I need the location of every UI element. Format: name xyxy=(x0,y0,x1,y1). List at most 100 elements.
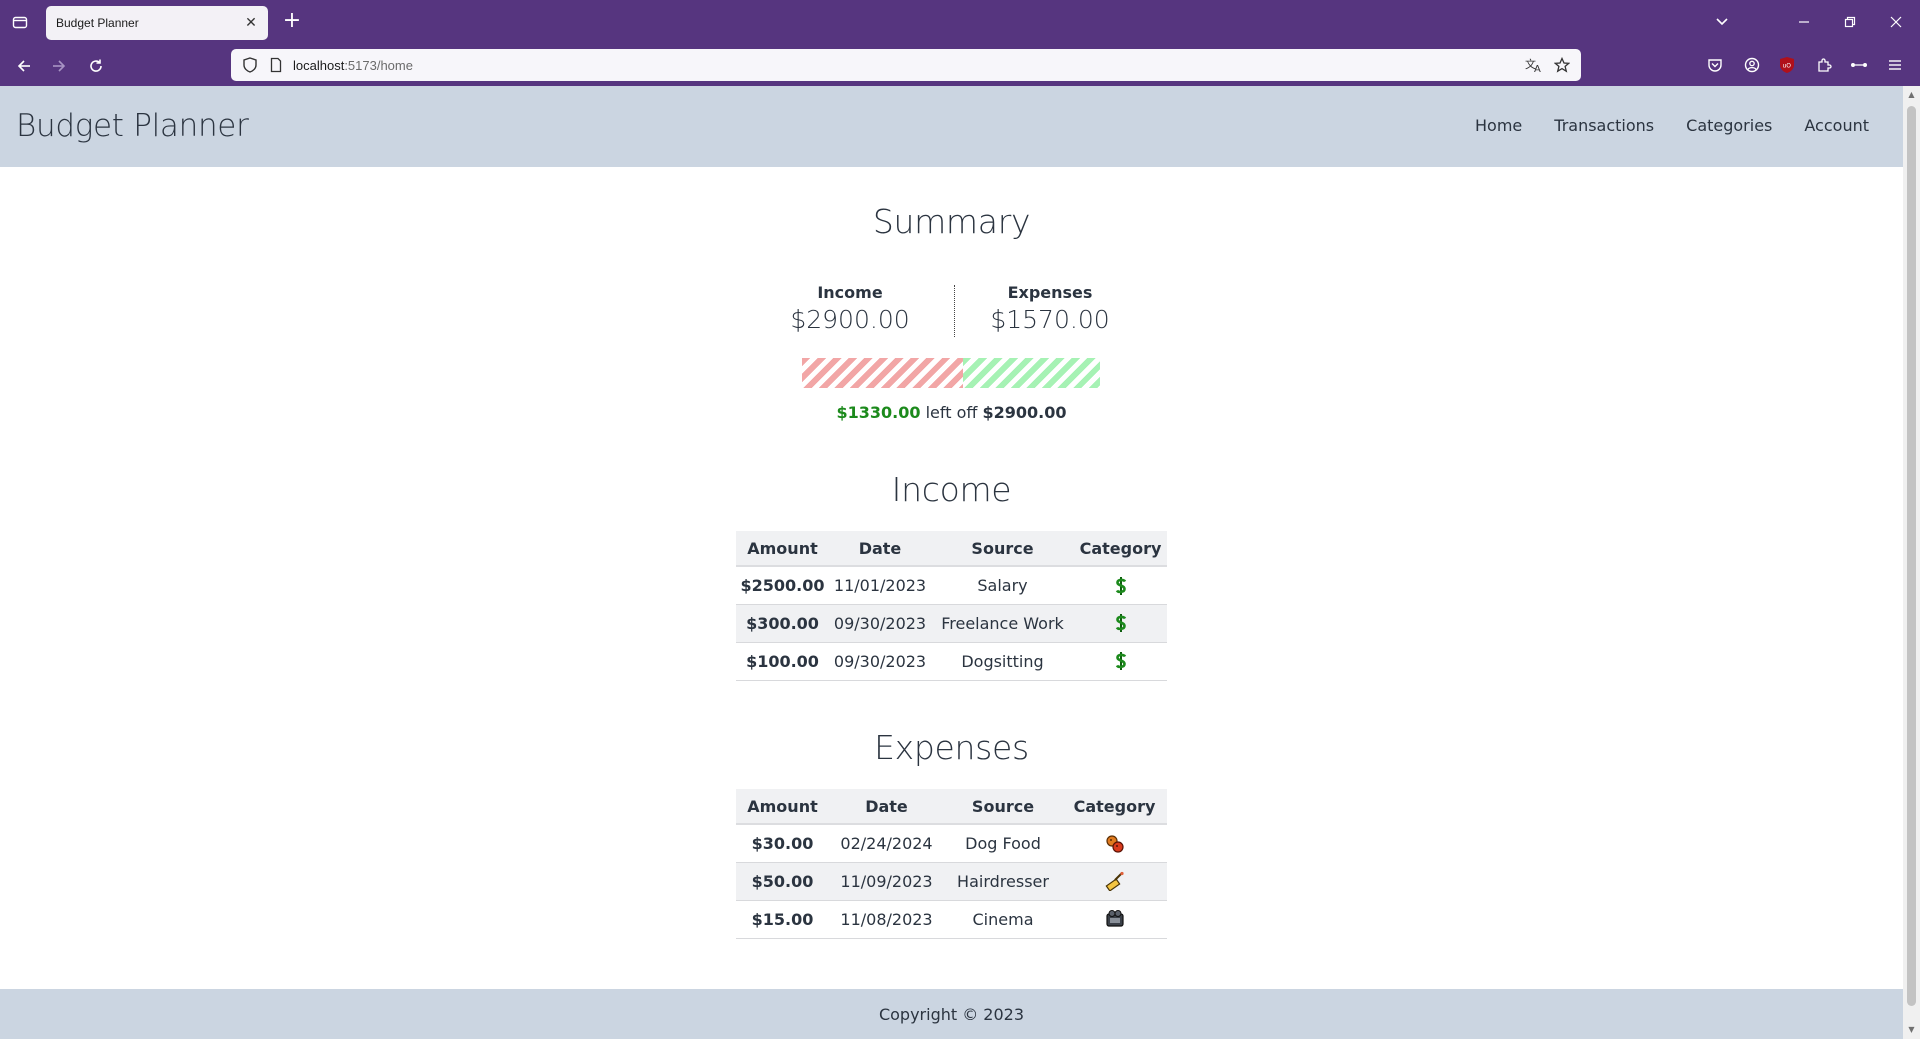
url-text[interactable]: localhost:5173/home xyxy=(293,58,413,73)
table-row[interactable]: $30.00 02/24/2024 Dog Food xyxy=(736,824,1167,863)
row-amount: $30.00 xyxy=(736,824,829,863)
row-date: 11/08/2023 xyxy=(829,900,944,939)
column-header-category[interactable]: Category xyxy=(1074,531,1167,567)
expenses-total-label: Expenses xyxy=(1007,283,1093,302)
table-row[interactable]: $2500.00 11/01/2023 Salary xyxy=(736,566,1167,605)
income-total-label: Income xyxy=(817,283,883,302)
row-amount: $100.00 xyxy=(736,642,829,681)
table-row[interactable]: $15.00 11/08/2023 Cinema xyxy=(736,900,1167,939)
url-bar[interactable]: localhost:5173/home 文A xyxy=(231,49,1581,81)
copyright-text: Copyright © 2023 xyxy=(878,1005,1025,1024)
expenses-total: Expenses $1570.00 xyxy=(955,283,1145,334)
app-header: Budget Planner Home Transactions Categor… xyxy=(0,86,1903,167)
table-row[interactable]: $100.00 09/30/2023 Dogsitting xyxy=(736,642,1167,681)
summary-totals: Income $2900.00 Expenses $1570.00 xyxy=(755,283,1145,338)
row-date: 09/30/2023 xyxy=(829,604,931,643)
beauty-icon xyxy=(1105,871,1125,892)
back-icon[interactable] xyxy=(11,53,37,79)
budget-progress-bar xyxy=(802,358,1100,388)
column-header-date[interactable]: Date xyxy=(829,789,944,825)
forward-icon[interactable] xyxy=(46,53,72,79)
row-source: Dogsitting xyxy=(931,642,1074,681)
progress-spent xyxy=(802,358,964,388)
browser-tab[interactable]: Budget Planner ✕ xyxy=(46,6,268,40)
container-icon[interactable] xyxy=(1847,53,1871,77)
translate-icon[interactable]: 文A xyxy=(1525,56,1543,74)
tab-title: Budget Planner xyxy=(56,16,139,30)
nav-transactions[interactable]: Transactions xyxy=(1554,116,1654,135)
close-window-icon[interactable] xyxy=(1884,10,1908,34)
browser-nav-bar: localhost:5173/home 文A uO xyxy=(0,44,1920,86)
footer: Copyright © 2023 xyxy=(0,989,1903,1039)
browser-tab-bar: Budget Planner ✕ + xyxy=(0,0,1920,44)
income-table: Amount Date Source Category $2500.00 11/… xyxy=(736,531,1167,681)
column-header-amount[interactable]: Amount xyxy=(736,789,829,825)
row-source: Dog Food xyxy=(944,824,1062,863)
row-source: Cinema xyxy=(944,900,1062,939)
column-header-source[interactable]: Source xyxy=(944,789,1062,825)
row-category xyxy=(1074,566,1167,605)
income-title: Income xyxy=(891,470,1012,509)
progress-remaining xyxy=(963,358,1100,388)
list-all-tabs-icon[interactable] xyxy=(1710,10,1734,34)
income-total: Income $2900.00 xyxy=(755,283,945,334)
income-table-header: Amount Date Source Category xyxy=(736,531,1167,567)
main-nav: Home Transactions Categories Account xyxy=(1475,116,1869,135)
remaining-amount: $1330.00 xyxy=(836,403,921,422)
column-header-category[interactable]: Category xyxy=(1062,789,1167,825)
remaining-total: $2900.00 xyxy=(982,403,1067,422)
income-total-value: $2900.00 xyxy=(790,305,910,334)
column-header-source[interactable]: Source xyxy=(931,531,1074,567)
account-icon[interactable] xyxy=(1740,53,1764,77)
dollar-icon xyxy=(1111,651,1131,671)
pocket-icon[interactable] xyxy=(1703,53,1727,77)
tab-list-icon[interactable] xyxy=(8,10,32,34)
restore-icon[interactable] xyxy=(1838,10,1862,34)
page-info-icon[interactable] xyxy=(267,56,285,74)
summary-title: Summary xyxy=(872,202,1031,241)
bookmark-star-icon[interactable] xyxy=(1553,56,1571,74)
scroll-up-arrow-icon[interactable]: ▲ xyxy=(1906,90,1917,100)
close-tab-icon[interactable]: ✕ xyxy=(242,14,260,32)
svg-text:uO: uO xyxy=(1783,63,1792,70)
row-category xyxy=(1074,604,1167,643)
scroll-down-arrow-icon[interactable]: ▼ xyxy=(1906,1025,1917,1035)
row-source: Salary xyxy=(931,566,1074,605)
expenses-title: Expenses xyxy=(874,728,1029,767)
nav-home[interactable]: Home xyxy=(1475,116,1522,135)
row-category xyxy=(1062,900,1167,939)
row-category xyxy=(1062,862,1167,901)
svg-text:A: A xyxy=(1534,64,1541,73)
table-row[interactable]: $50.00 11/09/2023 Hairdresser xyxy=(736,862,1167,901)
table-row[interactable]: $300.00 09/30/2023 Freelance Work xyxy=(736,604,1167,643)
column-header-amount[interactable]: Amount xyxy=(736,531,829,567)
nav-account[interactable]: Account xyxy=(1804,116,1869,135)
column-header-date[interactable]: Date xyxy=(829,531,931,567)
scroll-thumb[interactable] xyxy=(1907,106,1916,1006)
new-tab-icon[interactable]: + xyxy=(280,10,304,34)
menu-hamburger-icon[interactable] xyxy=(1883,53,1907,77)
row-amount: $50.00 xyxy=(736,862,829,901)
food-icon xyxy=(1105,834,1125,854)
dollar-icon xyxy=(1111,576,1131,596)
expenses-table: Amount Date Source Category $30.00 02/24… xyxy=(736,789,1167,939)
expenses-total-value: $1570.00 xyxy=(990,305,1110,334)
row-amount: $15.00 xyxy=(736,900,829,939)
nav-categories[interactable]: Categories xyxy=(1686,116,1772,135)
reload-icon[interactable] xyxy=(83,53,109,79)
row-date: 11/09/2023 xyxy=(829,862,944,901)
expenses-table-header: Amount Date Source Category xyxy=(736,789,1167,825)
shield-icon[interactable] xyxy=(241,56,259,74)
extensions-icon[interactable] xyxy=(1812,53,1836,77)
page-scrollbar[interactable]: ▲ ▼ xyxy=(1903,86,1920,1039)
minimize-icon[interactable] xyxy=(1792,10,1816,34)
row-date: 09/30/2023 xyxy=(829,642,931,681)
row-source: Freelance Work xyxy=(931,604,1074,643)
remaining-text: left off xyxy=(925,403,978,422)
ublock-icon[interactable]: uO xyxy=(1775,53,1799,77)
brand-title[interactable]: Budget Planner xyxy=(16,108,249,144)
remaining-summary: $1330.00 left off $2900.00 xyxy=(0,403,1903,422)
cinema-icon xyxy=(1105,909,1125,929)
row-source: Hairdresser xyxy=(944,862,1062,901)
row-amount: $300.00 xyxy=(736,604,829,643)
